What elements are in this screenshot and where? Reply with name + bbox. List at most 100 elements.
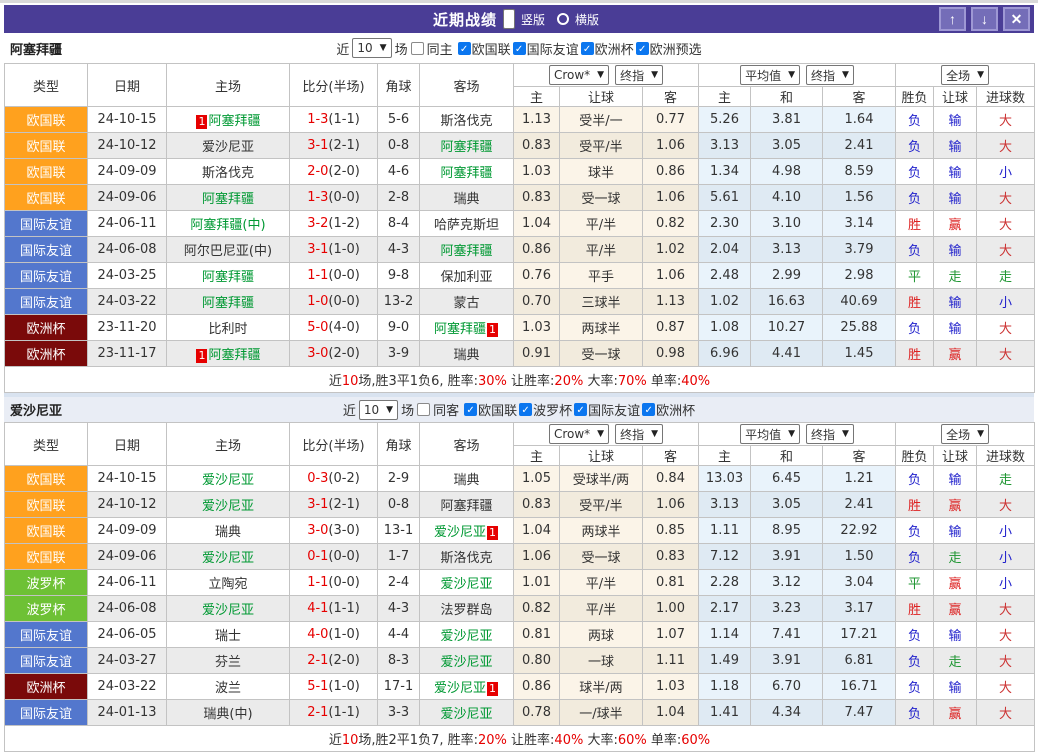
match-type-badge: 国际友谊 xyxy=(5,622,88,648)
result-goals-cell: 小 xyxy=(977,570,1035,596)
match-type-badge: 国际友谊 xyxy=(5,211,88,237)
full-time-score: 0-3 xyxy=(307,471,328,486)
full-time-score: 1-1 xyxy=(307,268,328,283)
odds-final-select[interactable]: 终指▼ xyxy=(615,424,663,444)
result-handicap-cell: 输 xyxy=(934,289,977,315)
avg-home-cell: 2.04 xyxy=(699,237,751,263)
col-winloss-header: 胜负 xyxy=(896,446,934,466)
odds-company-select[interactable]: Crow*▼ xyxy=(549,424,609,444)
checkbox-checked-icon[interactable]: ✓ xyxy=(581,42,594,55)
league-label: 国际友谊 xyxy=(588,400,640,419)
corners-cell: 0-8 xyxy=(378,133,420,159)
match-type-badge: 欧国联 xyxy=(5,185,88,211)
chevron-down-icon: ▼ xyxy=(386,405,393,415)
half-time-score: (1-0) xyxy=(328,242,359,257)
chevron-down-icon: ▼ xyxy=(597,70,604,80)
avg-home-cell: 1.14 xyxy=(699,622,751,648)
radio-vertical-layout[interactable] xyxy=(503,9,515,29)
same-away-checkbox[interactable] xyxy=(417,403,430,416)
average-final-select[interactable]: 终指▼ xyxy=(806,65,854,85)
same-home-checkbox[interactable] xyxy=(411,42,424,55)
odds-company-select[interactable]: Crow*▼ xyxy=(549,65,609,85)
league-filter-item[interactable]: ✓欧洲预选 xyxy=(636,39,702,58)
league-filter-item[interactable]: ✓国际友谊 xyxy=(513,39,579,58)
avg-home-cell: 1.02 xyxy=(699,289,751,315)
handicap-cell: 受半/一 xyxy=(560,107,643,133)
col-type-header: 类型 xyxy=(5,423,88,466)
avg-away-cell: 22.92 xyxy=(823,518,896,544)
match-row: 欧国联24-10-12爱沙尼亚3-1(2-1)0-8阿塞拜疆0.83受平/半1.… xyxy=(5,133,1035,159)
results-table-estonia: 类型 日期 主场 比分(半场) 角球 客场 Crow*▼ 终指▼ 平均值▼ 终指… xyxy=(4,422,1035,752)
move-down-button[interactable]: ↓ xyxy=(971,7,998,31)
match-row: 欧国联24-09-06阿塞拜疆1-3(0-0)2-8瑞典0.83受一球1.065… xyxy=(5,185,1035,211)
avg-away-cell: 1.56 xyxy=(823,185,896,211)
chevron-down-icon: ▼ xyxy=(977,70,984,80)
full-time-score: 3-1 xyxy=(307,138,328,153)
checkbox-checked-icon[interactable]: ✓ xyxy=(519,403,532,416)
move-up-button[interactable]: ↑ xyxy=(939,7,966,31)
result-outcome-cell: 负 xyxy=(896,185,934,211)
match-count-select[interactable]: 10▼ xyxy=(359,400,398,420)
result-outcome-cell: 平 xyxy=(896,570,934,596)
col-score-header: 比分(半场) xyxy=(290,64,378,107)
team-name: 阿塞拜疆 xyxy=(434,322,486,337)
radio-vertical-label[interactable]: 竖版 xyxy=(521,11,545,28)
odds-home-cell: 0.86 xyxy=(514,674,560,700)
col-avg-draw-header: 和 xyxy=(751,87,823,107)
checkbox-checked-icon[interactable]: ✓ xyxy=(636,42,649,55)
average-select[interactable]: 平均值▼ xyxy=(740,65,800,85)
odds-home-cell: 1.03 xyxy=(514,315,560,341)
radio-horizontal-layout[interactable] xyxy=(557,13,569,25)
checkbox-checked-icon[interactable]: ✓ xyxy=(464,403,477,416)
checkbox-checked-icon[interactable]: ✓ xyxy=(513,42,526,55)
full-time-score: 0-1 xyxy=(307,549,328,564)
scope-select[interactable]: 全场▼ xyxy=(941,65,989,85)
checkbox-checked-icon[interactable]: ✓ xyxy=(458,42,471,55)
result-handicap-cell: 输 xyxy=(934,315,977,341)
odds-home-cell: 0.80 xyxy=(514,648,560,674)
half-time-score: (1-0) xyxy=(328,627,359,642)
match-row: 欧国联24-09-09斯洛伐克2-0(2-0)4-6阿塞拜疆1.03球半0.86… xyxy=(5,159,1035,185)
checkbox-checked-icon[interactable]: ✓ xyxy=(642,403,655,416)
match-date: 24-03-25 xyxy=(88,263,167,289)
average-select[interactable]: 平均值▼ xyxy=(740,424,800,444)
avg-draw-cell: 3.12 xyxy=(751,570,823,596)
odds-home-cell: 1.05 xyxy=(514,466,560,492)
handicap-cell: 受一球 xyxy=(560,544,643,570)
col-home-header: 主场 xyxy=(167,423,290,466)
same-away-label[interactable]: 同客 xyxy=(433,400,459,419)
radio-horizontal-label[interactable]: 横版 xyxy=(575,11,599,28)
average-final-select[interactable]: 终指▼ xyxy=(806,424,854,444)
league-filter-item[interactable]: ✓波罗杯 xyxy=(519,400,572,419)
away-team-cell: 斯洛伐克 xyxy=(420,544,514,570)
odds-final-select[interactable]: 终指▼ xyxy=(615,65,663,85)
full-time-score: 1-0 xyxy=(307,294,328,309)
match-row: 国际友谊24-03-25阿塞拜疆1-1(0-0)9-8保加利亚0.76平手1.0… xyxy=(5,263,1035,289)
close-button[interactable]: ✕ xyxy=(1003,7,1030,31)
scope-select[interactable]: 全场▼ xyxy=(941,424,989,444)
league-label: 波罗杯 xyxy=(533,400,572,419)
away-team-cell: 阿塞拜疆 xyxy=(420,237,514,263)
chevron-down-icon: ▼ xyxy=(651,70,658,80)
league-filter-item[interactable]: ✓欧国联 xyxy=(464,400,517,419)
league-filter-item[interactable]: ✓欧国联 xyxy=(458,39,511,58)
odds-away-cell: 1.13 xyxy=(643,289,699,315)
score-cell: 5-1(1-0) xyxy=(290,674,378,700)
match-row: 欧洲杯23-11-20比利时5-0(4-0)9-0阿塞拜疆11.03两球半0.8… xyxy=(5,315,1035,341)
result-goals-cell: 大 xyxy=(977,341,1035,367)
checkbox-checked-icon[interactable]: ✓ xyxy=(574,403,587,416)
summary-segment: 40% xyxy=(554,733,583,748)
same-home-label[interactable]: 同主 xyxy=(427,39,453,58)
away-team-cell: 爱沙尼亚 xyxy=(420,622,514,648)
rank-badge: 1 xyxy=(196,349,207,363)
corners-cell: 5-6 xyxy=(378,107,420,133)
handicap-cell: 平/半 xyxy=(560,211,643,237)
odds-away-cell: 1.06 xyxy=(643,492,699,518)
handicap-cell: 受一球 xyxy=(560,341,643,367)
match-type-badge: 欧国联 xyxy=(5,544,88,570)
league-filter-item[interactable]: ✓国际友谊 xyxy=(574,400,640,419)
league-filter-item[interactable]: ✓欧洲杯 xyxy=(581,39,634,58)
match-count-select[interactable]: 10▼ xyxy=(352,38,391,58)
match-row: 国际友谊24-06-05瑞士4-0(1-0)4-4爱沙尼亚0.81两球1.071… xyxy=(5,622,1035,648)
league-filter-item[interactable]: ✓欧洲杯 xyxy=(642,400,695,419)
